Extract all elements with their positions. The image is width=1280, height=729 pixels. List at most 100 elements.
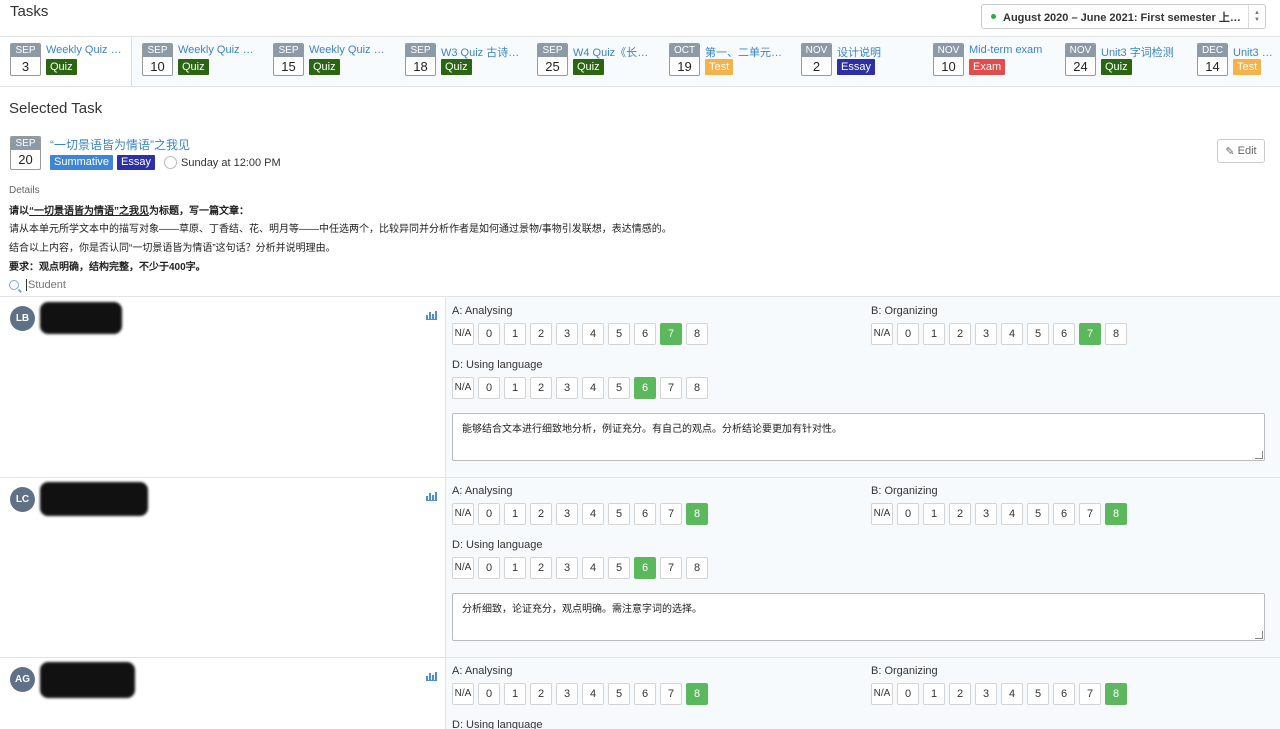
score-option-selected[interactable]: 7	[660, 323, 682, 345]
score-option[interactable]: 5	[1027, 503, 1049, 525]
bar-chart-icon[interactable]	[426, 672, 437, 681]
score-option[interactable]: 2	[949, 683, 971, 705]
comment-textarea[interactable]: 分析细致，论证充分，观点明确。需注意字词的选择。	[452, 593, 1265, 641]
score-option[interactable]: 0	[478, 557, 500, 579]
task-name[interactable]: Unit3 字词检测	[1101, 44, 1183, 60]
score-option[interactable]: 3	[556, 503, 578, 525]
student-search-input[interactable]	[26, 279, 226, 291]
resize-handle-icon[interactable]	[1255, 451, 1263, 459]
score-option-selected[interactable]: 6	[634, 557, 656, 579]
bar-chart-icon[interactable]	[426, 311, 437, 320]
score-option[interactable]: 7	[1079, 503, 1101, 525]
score-option[interactable]: 7	[1079, 683, 1101, 705]
score-option[interactable]: 1	[923, 323, 945, 345]
task-card[interactable]: SEP 25 W4 Quiz《长征》 Quiz	[527, 37, 659, 86]
task-card[interactable]: NOV 2 设计说明 Essay	[791, 37, 923, 86]
task-card[interactable]: DEC 14 Unit3 字词测试 Test	[1187, 37, 1280, 86]
score-option[interactable]: 1	[923, 683, 945, 705]
task-card[interactable]: SEP 3 Weekly Quiz Week 1 Quiz	[0, 37, 132, 86]
task-name[interactable]: Unit3 字词测试	[1233, 44, 1280, 60]
score-option[interactable]: 3	[975, 323, 997, 345]
score-option[interactable]: 8	[686, 377, 708, 399]
score-option[interactable]: 7	[660, 683, 682, 705]
term-select[interactable]: August 2020 – June 2021: First semester …	[981, 4, 1266, 29]
score-option[interactable]: 0	[478, 377, 500, 399]
score-option[interactable]: 1	[504, 503, 526, 525]
score-option[interactable]: 8	[686, 323, 708, 345]
score-option-selected[interactable]: 7	[1079, 323, 1101, 345]
score-option[interactable]: 4	[1001, 503, 1023, 525]
score-option[interactable]: 2	[530, 557, 552, 579]
score-option[interactable]: 7	[660, 557, 682, 579]
score-option[interactable]: 5	[1027, 683, 1049, 705]
task-card[interactable]: SEP 15 Weekly Quiz Week 3 Quiz	[263, 37, 395, 86]
score-option[interactable]: 5	[608, 683, 630, 705]
score-option[interactable]: 1	[504, 323, 526, 345]
score-option[interactable]: 8	[686, 557, 708, 579]
score-option[interactable]: 5	[1027, 323, 1049, 345]
score-option[interactable]: N/A	[452, 377, 474, 399]
score-option[interactable]: 0	[478, 503, 500, 525]
comment-textarea[interactable]: 能够结合文本进行细致地分析，例证充分。有自己的观点。分析结论要更加有针对性。	[452, 413, 1265, 461]
score-option[interactable]: 3	[556, 557, 578, 579]
score-option[interactable]: 5	[608, 377, 630, 399]
score-option[interactable]: 6	[634, 683, 656, 705]
task-name[interactable]: Weekly Quiz Week 3	[309, 44, 391, 56]
score-option[interactable]: 5	[608, 323, 630, 345]
score-option[interactable]: 3	[975, 503, 997, 525]
score-option[interactable]: 5	[608, 557, 630, 579]
score-option[interactable]: 6	[634, 503, 656, 525]
score-option[interactable]: 2	[530, 503, 552, 525]
score-option[interactable]: 6	[1053, 323, 1075, 345]
score-option[interactable]: 4	[582, 557, 604, 579]
score-option[interactable]: 4	[1001, 683, 1023, 705]
edit-button[interactable]: ✎ Edit	[1217, 139, 1265, 163]
task-card[interactable]: NOV 10 Mid-term exam Exam	[923, 37, 1055, 86]
task-name[interactable]: Weekly Quiz Week 2	[178, 44, 260, 56]
task-name[interactable]: 第一、二单元字词测试	[705, 44, 787, 60]
score-option[interactable]: N/A	[452, 503, 474, 525]
score-option[interactable]: N/A	[871, 683, 893, 705]
resize-handle-icon[interactable]	[1255, 631, 1263, 639]
score-option-selected[interactable]: 8	[1105, 683, 1127, 705]
score-option[interactable]: 6	[1053, 503, 1075, 525]
score-option[interactable]: N/A	[452, 557, 474, 579]
bar-chart-icon[interactable]	[426, 492, 437, 501]
score-option-selected[interactable]: 8	[686, 683, 708, 705]
task-name[interactable]: 设计说明	[837, 44, 919, 60]
task-card[interactable]: SEP 18 W3 Quiz 古诗词默写 Quiz	[395, 37, 527, 86]
score-option[interactable]: 1	[504, 377, 526, 399]
task-name[interactable]: Weekly Quiz Week 1	[46, 44, 128, 56]
selected-task-name[interactable]: “一切景语皆为情语”之我见	[50, 136, 190, 153]
score-option-selected[interactable]: 6	[634, 377, 656, 399]
score-option[interactable]: 4	[582, 503, 604, 525]
score-option[interactable]: 1	[504, 683, 526, 705]
score-option[interactable]: 1	[923, 503, 945, 525]
score-option[interactable]: N/A	[871, 503, 893, 525]
task-card[interactable]: OCT 19 第一、二单元字词测试 Test	[659, 37, 791, 86]
score-option[interactable]: 2	[530, 683, 552, 705]
score-option[interactable]: 2	[949, 323, 971, 345]
task-card[interactable]: NOV 24 Unit3 字词检测 Quiz	[1055, 37, 1187, 86]
score-option[interactable]: 6	[1053, 683, 1075, 705]
score-option[interactable]: 2	[530, 323, 552, 345]
task-name[interactable]: W4 Quiz《长征》	[573, 44, 655, 60]
score-option[interactable]: 3	[556, 683, 578, 705]
score-option[interactable]: N/A	[452, 683, 474, 705]
score-option[interactable]: 4	[582, 683, 604, 705]
score-option[interactable]: 0	[478, 323, 500, 345]
score-option[interactable]: 0	[897, 503, 919, 525]
score-option[interactable]: 0	[897, 683, 919, 705]
score-option[interactable]: 3	[556, 377, 578, 399]
score-option[interactable]: 2	[949, 503, 971, 525]
task-card[interactable]: SEP 10 Weekly Quiz Week 2 Quiz	[132, 37, 264, 86]
score-option-selected[interactable]: 8	[686, 503, 708, 525]
task-name[interactable]: Mid-term exam	[969, 44, 1051, 56]
score-option[interactable]: 0	[897, 323, 919, 345]
score-option[interactable]: 4	[582, 323, 604, 345]
score-option[interactable]: 8	[1105, 323, 1127, 345]
score-option[interactable]: 4	[1001, 323, 1023, 345]
score-option[interactable]: 7	[660, 503, 682, 525]
score-option[interactable]: N/A	[452, 323, 474, 345]
score-option[interactable]: 3	[556, 323, 578, 345]
